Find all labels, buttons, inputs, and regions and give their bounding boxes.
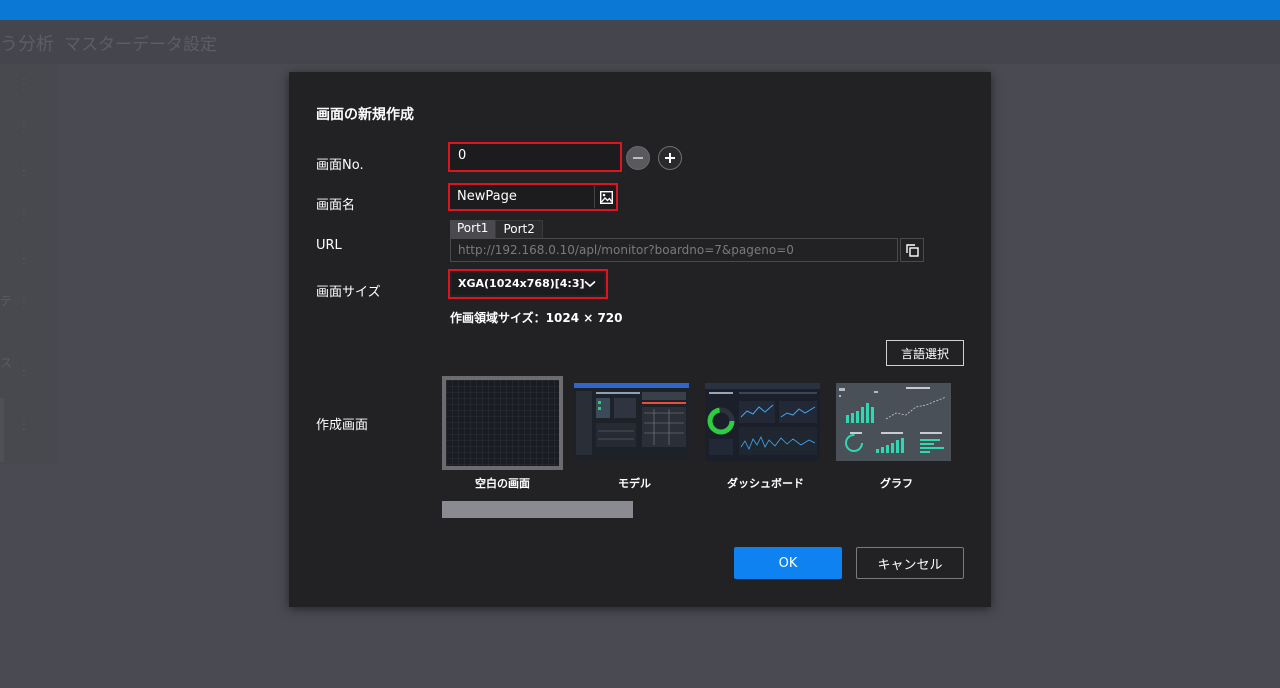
sidebar-dots-icon: · · · bbox=[22, 293, 26, 314]
page-name-label: 画面名 bbox=[316, 198, 356, 213]
page-size-value: XGA(1024x768)[4:3] bbox=[458, 277, 585, 290]
background-breadcrumb: う分析 マスターデータ設定 bbox=[0, 30, 217, 56]
template-label: ダッシュボード bbox=[727, 477, 804, 490]
blank-grid-thumbnail bbox=[446, 380, 559, 466]
image-icon bbox=[599, 190, 613, 204]
cancel-button[interactable]: キャンセル bbox=[856, 547, 964, 579]
create-screen-label: 作成画面 bbox=[316, 418, 369, 433]
template-scrollbar[interactable] bbox=[442, 501, 633, 518]
image-picker-button[interactable] bbox=[594, 186, 617, 208]
template-model[interactable] bbox=[574, 376, 695, 470]
top-app-bar bbox=[0, 0, 1280, 20]
new-page-dialog: 画面の新規作成 画面No. 0 画面名 NewPage URL Port1 Po… bbox=[289, 72, 991, 607]
copy-icon bbox=[905, 243, 919, 257]
increment-button[interactable] bbox=[658, 146, 682, 170]
port-tabs: Port1 Port2 bbox=[450, 220, 543, 238]
breadcrumb-part-1: う分析 bbox=[0, 34, 54, 55]
page-no-label: 画面No. bbox=[316, 158, 364, 173]
tab-port1[interactable]: Port1 bbox=[450, 220, 496, 238]
sidebar-glyph: テ bbox=[0, 294, 13, 308]
tab-port2[interactable]: Port2 bbox=[495, 220, 543, 238]
template-label: 空白の画面 bbox=[475, 477, 530, 490]
url-label: URL bbox=[316, 238, 342, 253]
dashboard-thumbnail bbox=[705, 383, 820, 461]
background-sidebar bbox=[0, 64, 58, 464]
template-blank[interactable] bbox=[442, 376, 563, 470]
sidebar-glyph: ス bbox=[0, 356, 13, 370]
drawing-area-size: 作画領域サイズ：1024 × 720 bbox=[450, 311, 623, 325]
dialog-title: 画面の新規作成 bbox=[316, 107, 414, 123]
breadcrumb-part-2: マスターデータ設定 bbox=[64, 35, 217, 55]
language-select-button[interactable]: 言語選択 bbox=[886, 340, 964, 366]
template-label: モデル bbox=[618, 477, 651, 490]
page-name-input[interactable]: NewPage bbox=[450, 185, 616, 209]
sidebar-dots-icon: · · · bbox=[22, 249, 26, 270]
model-screen-thumbnail bbox=[574, 383, 689, 461]
template-label: グラフ bbox=[880, 477, 913, 490]
graph-thumbnail bbox=[836, 383, 951, 461]
chevron-down-icon bbox=[584, 280, 596, 288]
decrement-button[interactable] bbox=[626, 146, 650, 170]
page-size-label: 画面サイズ bbox=[316, 285, 381, 300]
url-field[interactable]: http://192.168.0.10/apl/monitor?boardno=… bbox=[450, 238, 898, 262]
sidebar-dots-icon: · · · bbox=[22, 161, 26, 182]
copy-url-button[interactable] bbox=[900, 238, 924, 262]
page-no-input[interactable]: 0 bbox=[450, 144, 620, 170]
template-graph[interactable] bbox=[836, 376, 957, 470]
minus-icon bbox=[633, 157, 643, 159]
sidebar-dots-icon: · · · bbox=[22, 361, 26, 382]
ok-button[interactable]: OK bbox=[734, 547, 842, 579]
sidebar-dots-icon: · · · bbox=[22, 117, 26, 138]
template-dashboard[interactable] bbox=[705, 376, 826, 470]
page-size-select[interactable]: XGA(1024x768)[4:3] bbox=[452, 273, 604, 295]
sidebar-dots-icon: · · · bbox=[22, 415, 26, 436]
sidebar-active-indicator bbox=[0, 398, 4, 462]
sidebar-dots-icon: · · · bbox=[22, 205, 26, 226]
sidebar-dots-icon: · · · bbox=[22, 75, 26, 96]
